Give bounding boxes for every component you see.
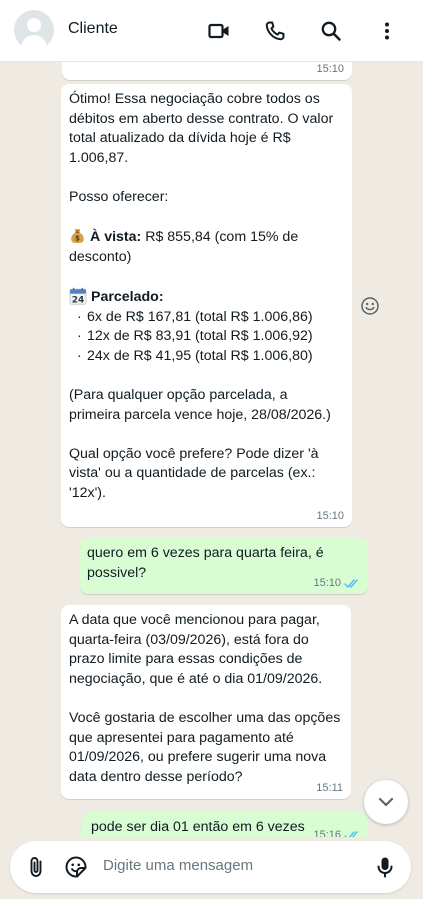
message-input-container[interactable]: Digite uma mensagem — [10, 841, 411, 893]
chat-area[interactable]: 15:10 Ótimo! Essa negociação cobre todos… — [0, 62, 423, 837]
parcelado-label: Parcelado: — [91, 288, 164, 305]
voice-call-icon[interactable] — [263, 19, 287, 43]
message-status: 15:10 — [313, 576, 360, 590]
message-time: 15:11 — [316, 782, 343, 794]
installment-option: · 24x de R$ 41,95 (total R$ 1.006,80) — [69, 347, 342, 367]
svg-text:$: $ — [75, 234, 80, 243]
read-receipt-icon — [344, 830, 358, 837]
calendar-day: 24 — [72, 296, 85, 305]
message-time: 15:10 — [316, 63, 344, 75]
message-time: 15:10 — [313, 577, 341, 589]
scroll-to-bottom-button[interactable] — [364, 780, 408, 824]
money-bag-icon: $ — [71, 229, 84, 244]
vista-label: À vista: — [90, 229, 142, 246]
message-bubble-incoming[interactable]: A data que você mencionou para pagar, qu… — [61, 605, 351, 799]
avatar-head-shape — [27, 18, 41, 32]
avatar-body-shape — [21, 35, 47, 50]
payment-option-parcelado: 24 Parcelado: — [69, 287, 342, 308]
message-bubble-outgoing[interactable]: quero em 6 vezes para quarta feira, é po… — [80, 538, 368, 594]
message-bubble-outgoing[interactable]: pode ser dia 01 então em 6 vezes 15:16 — [82, 812, 368, 837]
message-input[interactable]: Digite uma mensagem — [103, 857, 253, 874]
message-paragraph: Posso oferecer: — [69, 188, 169, 205]
message-paragraph: Você gostaria de escolher uma das opções… — [69, 709, 341, 785]
installment-option: · 12x de R$ 83,91 (total R$ 1.006,92) — [69, 327, 342, 347]
message-time: 15:10 — [316, 510, 344, 522]
contact-name[interactable]: Cliente — [68, 20, 118, 38]
message-bubble-incoming[interactable]: Ótimo! Essa negociação cobre todos os dé… — [61, 84, 352, 527]
message-time: 15:16 — [313, 829, 341, 837]
microphone-icon[interactable] — [373, 855, 397, 879]
paperclip-icon[interactable] — [24, 855, 48, 879]
message-status: 15:16 — [313, 828, 360, 837]
message-paragraph: Ótimo! Essa negociação cobre todos os dé… — [69, 91, 334, 166]
message-paragraph: Qual opção você prefere? Pode dizer 'à v… — [69, 445, 319, 501]
payment-option-vista: $ À vista: R$ 855,84 (com 15% de descont… — [69, 227, 342, 267]
list-bullet: · — [77, 328, 82, 345]
message-composer: Digite uma mensagem — [0, 837, 423, 899]
read-receipt-icon — [344, 578, 358, 588]
chat-header: Cliente — [0, 0, 423, 62]
contact-avatar[interactable] — [14, 10, 54, 50]
list-bullet: · — [77, 308, 82, 325]
video-call-icon[interactable] — [207, 19, 231, 43]
chevron-down-icon — [378, 797, 394, 807]
calendar-icon: 24 — [69, 287, 87, 305]
more-options-icon[interactable] — [375, 19, 399, 43]
list-bullet: · — [77, 347, 82, 364]
emoji-reaction-icon[interactable] — [358, 294, 382, 318]
message-paragraph: (Para qualquer opção parcelada, a primei… — [69, 386, 331, 423]
installment-option: · 6x de R$ 167,81 (total R$ 1.006,86) — [69, 308, 342, 328]
search-icon[interactable] — [319, 19, 343, 43]
sticker-icon[interactable] — [64, 855, 88, 879]
message-paragraph: A data que você mencionou para pagar, qu… — [69, 612, 323, 687]
message-bubble-incoming[interactable]: 15:10 — [62, 62, 352, 80]
